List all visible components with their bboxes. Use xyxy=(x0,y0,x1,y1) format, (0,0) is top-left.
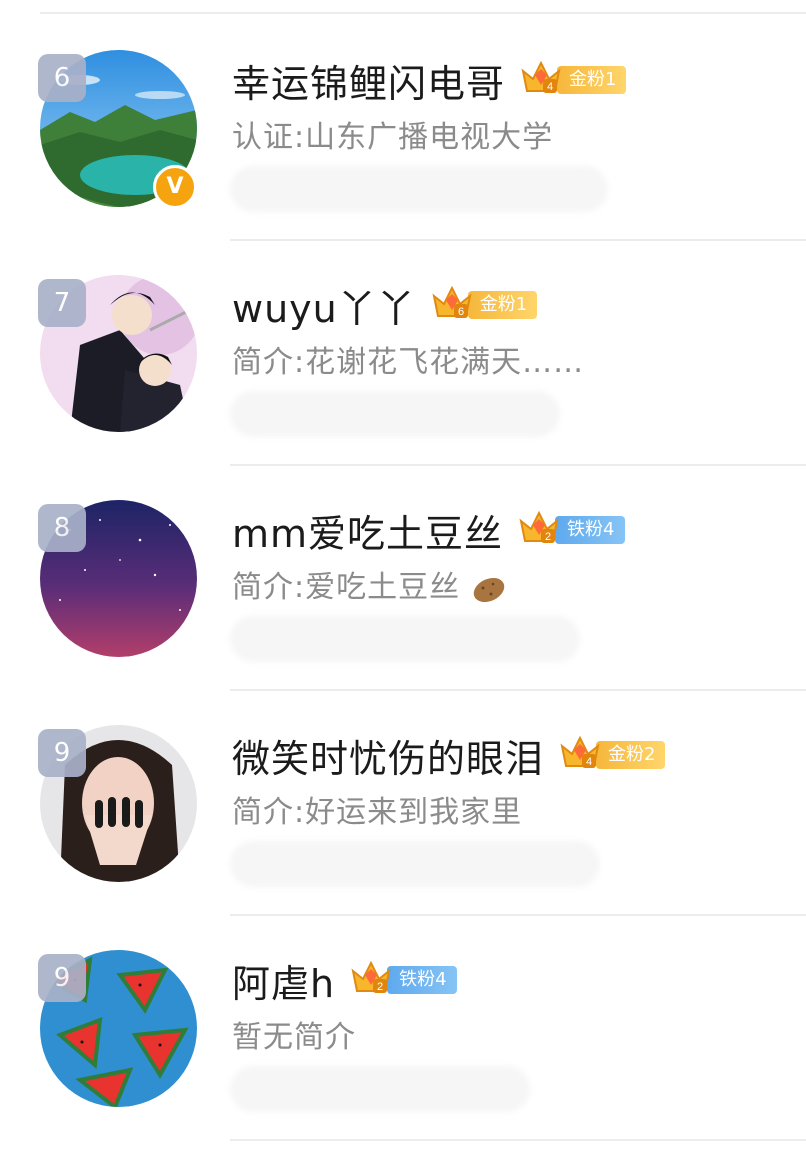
user-intro: 简介:好运来到我家里 xyxy=(232,795,523,830)
svg-text:6: 6 xyxy=(458,306,464,318)
user-intro: 简介:爱吃土豆丝 xyxy=(232,570,461,605)
blurred-content xyxy=(230,1066,530,1112)
user-name[interactable]: wuyu丫丫 xyxy=(232,278,416,333)
user-name[interactable]: 阿虐h xyxy=(232,953,335,1008)
fan-label: 铁粉4 xyxy=(555,516,625,544)
fan-level-badge[interactable]: 2 铁粉4 xyxy=(517,510,625,546)
fan-label: 金粉1 xyxy=(467,291,538,319)
crown-icon: 2 xyxy=(517,507,561,547)
crown-icon: 4 xyxy=(558,732,602,772)
divider xyxy=(230,1139,806,1141)
rank-badge: 6 xyxy=(38,54,86,102)
svg-text:2: 2 xyxy=(545,531,551,543)
crown-icon: 4 xyxy=(519,57,563,97)
verified-v-icon: V xyxy=(153,165,197,209)
crown-icon: 6 xyxy=(430,282,474,322)
user-name[interactable]: mm爱吃土豆丝 xyxy=(232,503,503,558)
crown-icon: 2 xyxy=(349,957,393,997)
fan-level-badge[interactable]: 6 金粉1 xyxy=(430,285,538,321)
fan-level-badge[interactable]: 4 金粉2 xyxy=(558,735,666,771)
fan-list: 6 V 幸运锦鲤闪电哥 4 金粉1 认证:山东广播电视大学 7 wuyu丫丫 6… xyxy=(0,16,806,1141)
user-name[interactable]: 幸运锦鲤闪电哥 xyxy=(232,53,505,108)
blurred-content xyxy=(230,841,600,887)
rank-badge: 8 xyxy=(38,504,86,552)
fan-level-badge[interactable]: 2 铁粉4 xyxy=(349,960,457,996)
svg-text:2: 2 xyxy=(377,981,383,993)
user-intro: 暂无简介 xyxy=(232,1020,356,1055)
user-intro-wrap: 简介:爱吃土豆丝 xyxy=(232,562,507,606)
blurred-content xyxy=(230,391,560,437)
top-divider xyxy=(40,12,806,14)
list-item[interactable]: 9 微笑时忧伤的眼泪 4 金粉2 简介:好运来到我家里 xyxy=(0,691,806,916)
list-item[interactable]: 6 V 幸运锦鲤闪电哥 4 金粉1 认证:山东广播电视大学 xyxy=(0,16,806,241)
rank-badge: 9 xyxy=(38,729,86,777)
svg-text:4: 4 xyxy=(586,756,592,768)
list-item[interactable]: 8 mm爱吃土豆丝 2 铁粉4 简介:爱吃土豆丝 xyxy=(0,466,806,691)
user-intro: 认证:山东广播电视大学 xyxy=(232,120,554,155)
rank-badge: 9 xyxy=(38,954,86,1002)
svg-text:4: 4 xyxy=(547,81,553,93)
fan-label: 铁粉4 xyxy=(387,966,457,994)
rank-badge: 7 xyxy=(38,279,86,327)
user-intro: 简介:花谢花飞花满天…… xyxy=(232,345,585,380)
blurred-content xyxy=(230,166,608,212)
fan-label: 金粉1 xyxy=(557,66,627,94)
fan-level-badge[interactable]: 4 金粉1 xyxy=(519,60,627,96)
list-item[interactable]: 9 阿虐h 2 铁粉4 暂无简介 xyxy=(0,916,806,1141)
potato-emoji-icon xyxy=(471,574,507,604)
user-name[interactable]: 微笑时忧伤的眼泪 xyxy=(232,728,544,783)
list-item[interactable]: 7 wuyu丫丫 6 金粉1 简介:花谢花飞花满天…… xyxy=(0,241,806,466)
blurred-content xyxy=(230,616,580,662)
fan-label: 金粉2 xyxy=(596,741,666,769)
